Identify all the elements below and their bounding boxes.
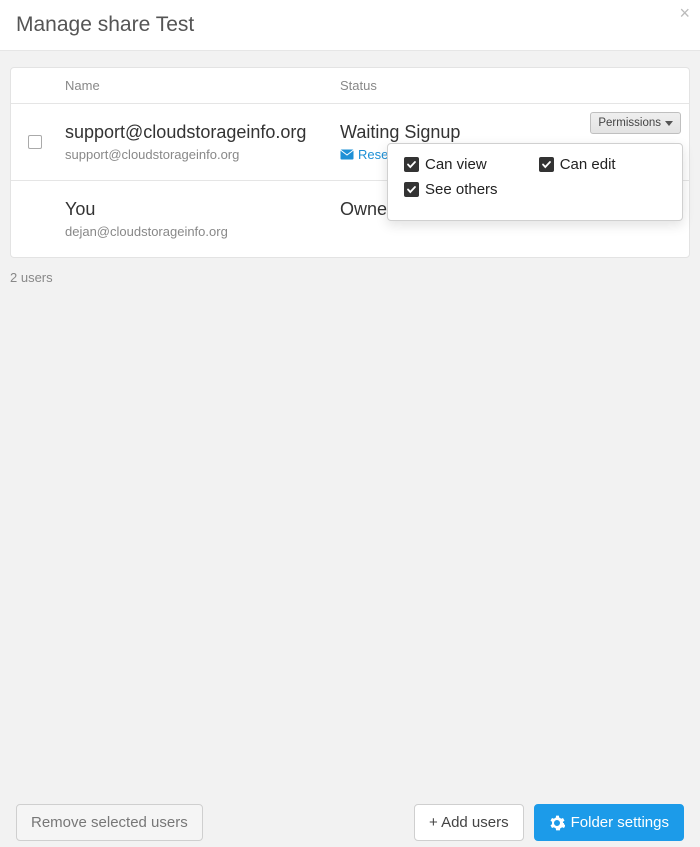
remove-selected-button[interactable]: Remove selected users xyxy=(16,804,203,841)
perm-label: Can view xyxy=(425,156,487,173)
row-checkbox[interactable] xyxy=(28,135,42,149)
permissions-label: Permissions xyxy=(598,117,661,129)
users-table: Name Status support@cloudstorageinfo.org… xyxy=(10,67,690,258)
table-header-row: Name Status xyxy=(11,68,689,104)
col-header-name: Name xyxy=(59,68,334,103)
modal-header: Manage share Test × xyxy=(0,0,700,51)
add-users-button[interactable]: + Add users xyxy=(414,804,524,841)
chevron-down-icon xyxy=(665,121,673,126)
close-icon[interactable]: × xyxy=(679,4,690,22)
perm-label: See others xyxy=(425,181,498,198)
table-row: support@cloudstorageinfo.org support@clo… xyxy=(11,104,689,181)
checkbox-checked-icon xyxy=(539,157,554,172)
perm-can-edit[interactable]: Can edit xyxy=(539,156,616,173)
col-header-status: Status xyxy=(334,68,689,103)
folder-settings-label: Folder settings xyxy=(571,814,669,831)
user-email: support@cloudstorageinfo.org xyxy=(65,147,328,162)
envelope-icon xyxy=(340,149,354,160)
permissions-dropdown-button[interactable]: Permissions xyxy=(590,112,681,134)
user-name: You xyxy=(65,199,328,221)
perm-label: Can edit xyxy=(560,156,616,173)
gear-icon xyxy=(549,815,565,831)
perm-see-others[interactable]: See others xyxy=(404,181,666,198)
user-count-text: 2 users xyxy=(10,270,700,285)
modal-footer: Remove selected users + Add users Folder… xyxy=(0,794,700,841)
user-email: dejan@cloudstorageinfo.org xyxy=(65,224,328,239)
checkbox-checked-icon xyxy=(404,182,419,197)
folder-settings-button[interactable]: Folder settings xyxy=(534,804,684,841)
permissions-dropdown: Can view Can edit See others xyxy=(387,143,683,221)
modal-title: Manage share Test xyxy=(16,13,194,37)
user-name: support@cloudstorageinfo.org xyxy=(65,122,328,144)
perm-can-view[interactable]: Can view xyxy=(404,156,487,173)
checkbox-checked-icon xyxy=(404,157,419,172)
